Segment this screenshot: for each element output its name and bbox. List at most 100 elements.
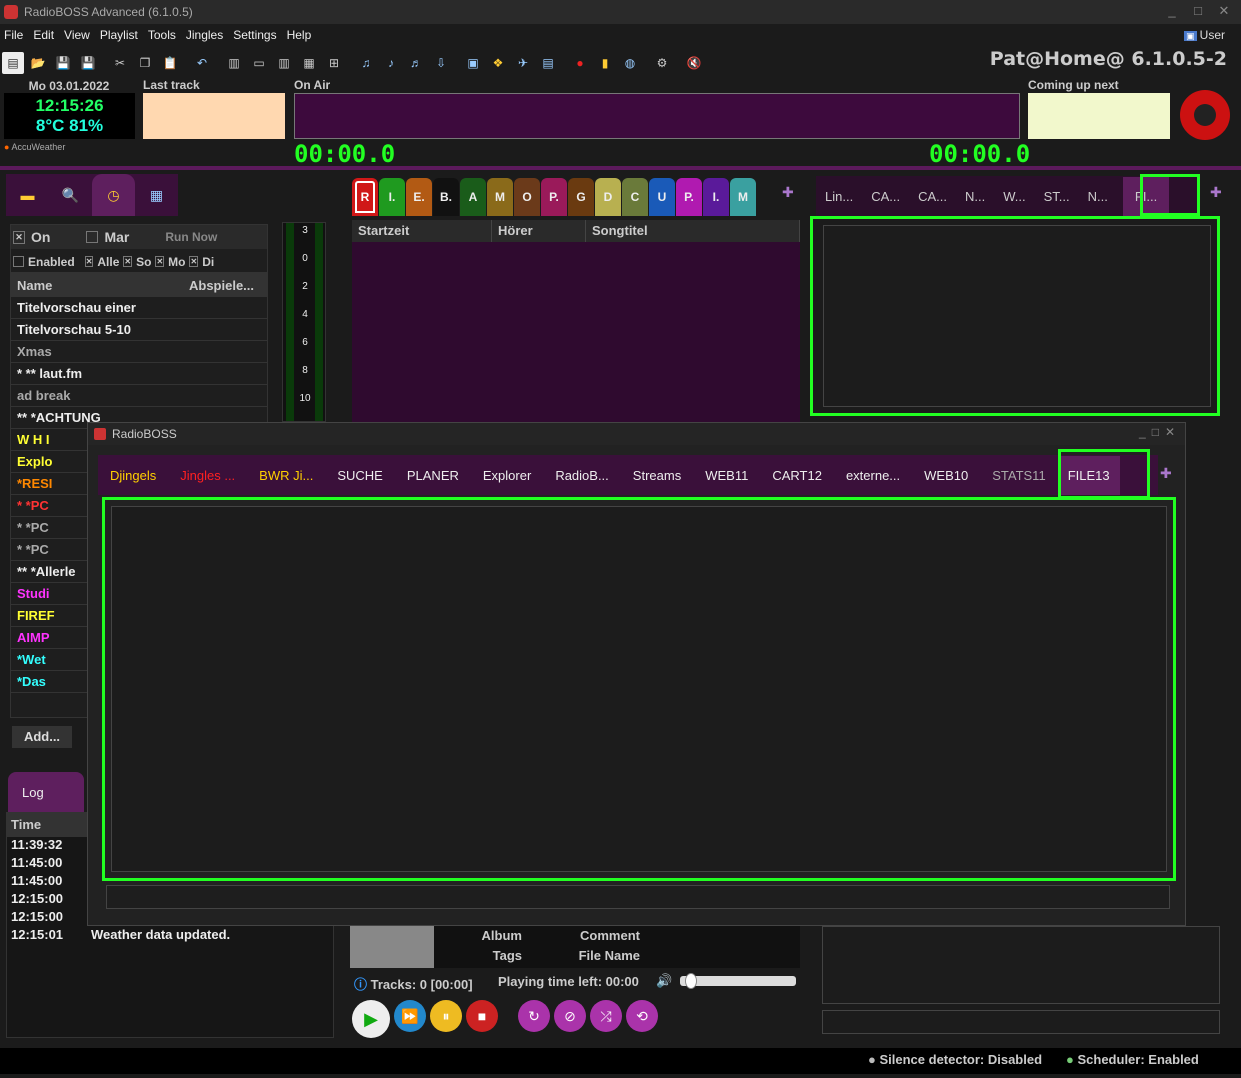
shuffle-icon[interactable]: ⤮	[590, 1000, 622, 1032]
right-tab[interactable]: CA...	[862, 189, 909, 204]
right-search-input[interactable]	[822, 1010, 1220, 1034]
new-file-icon[interactable]: ▤	[2, 52, 24, 74]
menu-file[interactable]: File	[0, 26, 29, 46]
layout-3-icon[interactable]: ▥	[273, 52, 295, 74]
dialog-tab[interactable]: Explorer	[471, 468, 543, 483]
save-as-icon[interactable]: 💾	[77, 52, 99, 74]
add-category-icon[interactable]: ✚	[782, 184, 794, 201]
scheduler-row[interactable]: * ** laut.fm	[11, 363, 267, 385]
maximize-button[interactable]: □	[1187, 2, 1209, 20]
volume-knob[interactable]	[685, 973, 698, 989]
add-right-tab-icon[interactable]: ✚	[1210, 184, 1222, 201]
settings-gear-icon[interactable]: ⚙	[651, 52, 673, 74]
dialog-tab[interactable]: WEB10	[912, 468, 980, 483]
menu-playlist[interactable]: Playlist	[96, 26, 144, 46]
right-tab[interactable]: N...	[956, 189, 994, 204]
dialog-minimize-button[interactable]: _	[1139, 425, 1146, 439]
menu-help[interactable]: Help	[283, 26, 318, 46]
category-tab[interactable]: P.	[541, 178, 567, 216]
run-now-button[interactable]: Run Now	[165, 230, 217, 244]
alle-checkbox[interactable]: ✕	[84, 256, 94, 267]
category-tab[interactable]: B.	[433, 178, 459, 216]
enabled-checkbox[interactable]	[13, 256, 24, 267]
dialog-tab[interactable]: RadioB...	[543, 468, 620, 483]
dialog-tab[interactable]: Streams	[621, 468, 693, 483]
category-tab[interactable]: I.	[703, 178, 729, 216]
category-tab[interactable]: G	[568, 178, 594, 216]
pause-icon[interactable]: ⏸	[430, 1000, 462, 1032]
scheduler-row[interactable]: Titelvorschau einer	[11, 297, 267, 319]
col-startzeit-header[interactable]: Startzeit	[352, 220, 492, 242]
category-tab[interactable]: E.	[406, 178, 432, 216]
user-button[interactable]: ▣ User	[1184, 28, 1225, 42]
log-tab[interactable]: Log	[8, 772, 84, 812]
scheduler-tab-icon[interactable]: ◷	[92, 174, 135, 216]
undo-icon[interactable]: ↶	[191, 52, 213, 74]
globe-icon[interactable]: ◍	[619, 52, 641, 74]
silence-detector-status[interactable]: ● Silence detector: Disabled	[868, 1052, 1042, 1067]
dialog-add-tab-icon[interactable]: ✚	[1160, 465, 1172, 482]
insert-track-icon[interactable]: ♪	[380, 52, 402, 74]
col-play-header[interactable]: Abspiele...	[183, 278, 254, 293]
add-event-button[interactable]: Add...	[12, 726, 72, 748]
record-icon[interactable]: ●	[569, 52, 591, 74]
add-folder-icon[interactable]: ♬	[405, 52, 427, 74]
layout-1-icon[interactable]: ▥	[223, 52, 245, 74]
loop-icon[interactable]: ⟲	[626, 1000, 658, 1032]
layout-add-icon[interactable]: ⊞	[323, 52, 345, 74]
menu-settings[interactable]: Settings	[229, 26, 282, 46]
on-checkbox[interactable]: ✕	[13, 230, 25, 244]
menu-view[interactable]: View	[60, 26, 96, 46]
category-tab[interactable]: M	[487, 178, 513, 216]
dialog-maximize-button[interactable]: □	[1152, 425, 1159, 439]
dialog-tab[interactable]: PLANER	[395, 468, 471, 483]
calendar-tab-icon[interactable]: ▦	[135, 174, 178, 216]
category-tab[interactable]: O	[514, 178, 540, 216]
col-songtitel-header[interactable]: Songtitel	[586, 220, 800, 242]
clock-display[interactable]: 12:15:26 8°C 81%	[4, 93, 135, 139]
category-tab[interactable]: D	[595, 178, 621, 216]
di-checkbox[interactable]: ✕	[189, 256, 199, 267]
save-icon[interactable]: 💾	[52, 52, 74, 74]
right-tab[interactable]: N...	[1079, 189, 1117, 204]
category-tab[interactable]: U	[649, 178, 675, 216]
mo-checkbox[interactable]: ✕	[155, 256, 165, 267]
clipboard-icon[interactable]: ▣	[462, 52, 484, 74]
dialog-tab[interactable]: Jingles ...	[168, 468, 247, 483]
add-track-icon[interactable]: ♫	[355, 52, 377, 74]
block-icon[interactable]: ⊘	[554, 1000, 586, 1032]
dialog-tab[interactable]: BWR Ji...	[247, 468, 325, 483]
dialog-tab[interactable]: SUCHE	[325, 468, 395, 483]
menu-tools[interactable]: Tools	[144, 26, 182, 46]
menu-jingles[interactable]: Jingles	[182, 26, 229, 46]
dialog-tab[interactable]: CART12	[760, 468, 834, 483]
mar-checkbox[interactable]	[86, 231, 99, 243]
library-icon[interactable]: ❖	[487, 52, 509, 74]
dialog-input[interactable]	[106, 885, 1170, 909]
repeat-icon[interactable]: ↻	[518, 1000, 550, 1032]
dialog-tab[interactable]: Djingels	[98, 468, 168, 483]
mute-icon[interactable]: 🔇	[683, 52, 705, 74]
stats-icon[interactable]: ▮	[594, 52, 616, 74]
category-tab[interactable]: I.	[379, 178, 405, 216]
menu-edit[interactable]: Edit	[29, 26, 60, 46]
copy-icon[interactable]: ❐	[134, 52, 156, 74]
stop-icon[interactable]: ■	[466, 1000, 498, 1032]
right-tab[interactable]: W...	[994, 189, 1034, 204]
col-name-header[interactable]: Name	[11, 278, 183, 293]
right-tab[interactable]: Lin...	[816, 189, 862, 204]
volume-slider[interactable]	[680, 973, 796, 989]
so-checkbox[interactable]: ✕	[123, 256, 133, 267]
import-icon[interactable]: ⇩	[430, 52, 452, 74]
search-tab-icon[interactable]: 🔍	[49, 174, 92, 216]
scheduler-row[interactable]: Titelvorschau 5-10	[11, 319, 267, 341]
cut-icon[interactable]: ✂	[109, 52, 131, 74]
col-hoerer-header[interactable]: Hörer	[492, 220, 586, 242]
layout-4-icon[interactable]: ▦	[298, 52, 320, 74]
right-tab[interactable]: CA...	[909, 189, 956, 204]
folder-tab-icon[interactable]: ▬	[6, 174, 49, 216]
scheduler-row[interactable]: ad break	[11, 385, 267, 407]
notes-icon[interactable]: ▤	[537, 52, 559, 74]
open-folder-icon[interactable]: 📂	[27, 52, 49, 74]
layout-2-icon[interactable]: ▭	[248, 52, 270, 74]
